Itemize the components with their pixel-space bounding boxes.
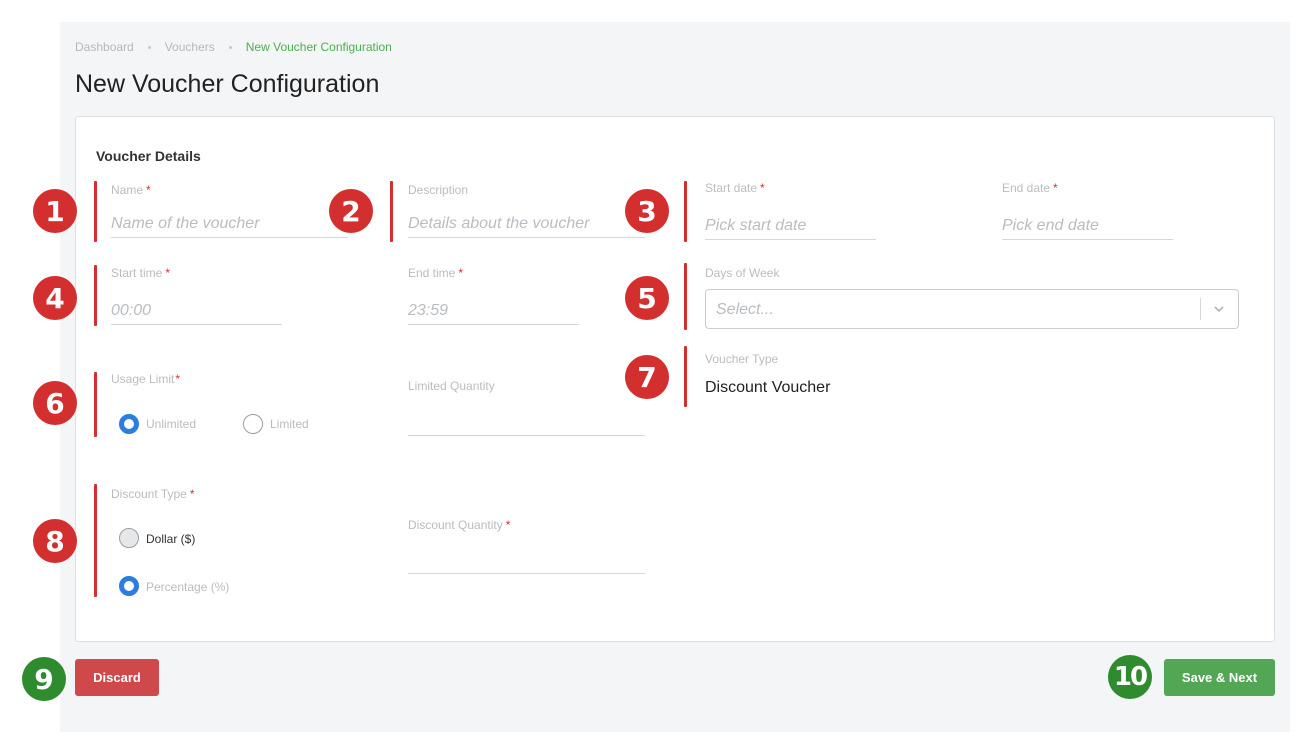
breadcrumb-separator: [147, 45, 151, 49]
end-time-label: End time *: [408, 266, 464, 280]
annotation-bar-days-of-week: [684, 263, 687, 330]
discount-type-label: Discount Type *: [111, 487, 195, 501]
page-title: New Voucher Configuration: [75, 70, 380, 98]
end-date-label: End date *: [1002, 181, 1058, 195]
marker-10: 10: [1108, 655, 1152, 699]
voucher-form-card: [75, 116, 1275, 642]
annotation-bar-discount-type: [94, 484, 97, 597]
breadcrumb-vouchers[interactable]: Vouchers: [165, 40, 215, 54]
discount-percentage-label[interactable]: Percentage (%): [146, 580, 229, 594]
start-time-label: Start time *: [111, 266, 171, 280]
end-date-input[interactable]: [1002, 212, 1173, 240]
usage-unlimited-radio[interactable]: [119, 414, 139, 434]
section-title: Voucher Details: [96, 148, 201, 164]
annotation-bar-dates: [684, 181, 687, 242]
marker-4: 4: [33, 276, 77, 320]
chevron-down-icon[interactable]: [1212, 302, 1226, 316]
end-time-input[interactable]: [408, 297, 579, 325]
discount-percentage-radio[interactable]: [119, 576, 139, 596]
marker-7: 7: [625, 355, 669, 399]
usage-limited-radio[interactable]: [243, 414, 263, 434]
save-next-button[interactable]: Save & Next: [1164, 659, 1275, 696]
voucher-type-label: Voucher Type: [705, 352, 779, 366]
annotation-bar-times: [94, 265, 97, 326]
breadcrumb-separator: [228, 45, 232, 49]
breadcrumb: Dashboard Vouchers New Voucher Configura…: [75, 40, 392, 54]
days-of-week-placeholder: Select...: [716, 301, 774, 318]
days-of-week-select[interactable]: Select...: [705, 289, 1239, 329]
start-date-label: Start date *: [705, 181, 765, 195]
discard-button[interactable]: Discard: [75, 659, 159, 696]
discount-quantity-label: Discount Quantity *: [408, 518, 511, 532]
marker-8: 8: [33, 519, 77, 563]
breadcrumb-current: New Voucher Configuration: [245, 40, 392, 54]
description-label: Description: [408, 183, 469, 197]
usage-unlimited-label[interactable]: Unlimited: [146, 417, 196, 431]
annotation-bar-name: [94, 181, 97, 242]
annotation-bar-usage-limit: [94, 372, 97, 437]
start-date-input[interactable]: [705, 212, 876, 240]
start-time-input[interactable]: [111, 297, 282, 325]
annotation-bar-description: [390, 181, 393, 242]
name-label: Name *: [111, 183, 151, 197]
days-of-week-label: Days of Week: [705, 266, 780, 280]
discount-dollar-label[interactable]: Dollar ($): [146, 532, 195, 546]
limited-quantity-label: Limited Quantity: [408, 379, 495, 393]
discount-dollar-radio[interactable]: [119, 528, 139, 548]
limited-quantity-input[interactable]: [408, 408, 645, 436]
marker-6: 6: [33, 381, 77, 425]
usage-limit-label: Usage Limit*: [111, 372, 181, 386]
description-input[interactable]: [408, 210, 645, 238]
marker-5: 5: [625, 276, 669, 320]
discount-quantity-input[interactable]: [408, 546, 645, 574]
breadcrumb-dashboard[interactable]: Dashboard: [75, 40, 134, 54]
select-divider: [1200, 298, 1201, 320]
annotation-bar-voucher-type: [684, 346, 687, 407]
marker-9: 9: [22, 657, 66, 701]
name-input[interactable]: [111, 210, 348, 238]
voucher-type-value: Discount Voucher: [705, 379, 831, 396]
usage-limited-label[interactable]: Limited: [270, 417, 309, 431]
marker-1: 1: [33, 189, 77, 233]
